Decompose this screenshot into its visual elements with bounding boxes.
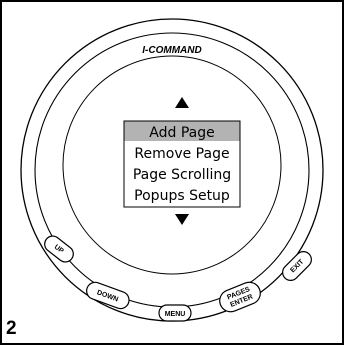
brand-logo: I-COMMAND [142, 45, 201, 56]
inner-screen-ring [62, 55, 282, 275]
menu-item-add-page[interactable]: Add Page [149, 125, 214, 141]
menu-item-remove-page[interactable]: Remove Page [134, 146, 229, 162]
gauge-illustration: I-COMMAND Add Page Remove Page Page Scro… [0, 0, 344, 345]
menu-button-label: MENU [165, 311, 186, 318]
menu-item-page-scrolling[interactable]: Page Scrolling [133, 167, 231, 183]
figure-number: 2 [6, 318, 17, 339]
menu-button[interactable]: MENU [158, 304, 192, 322]
menu-item-popups-setup[interactable]: Popups Setup [134, 188, 230, 204]
